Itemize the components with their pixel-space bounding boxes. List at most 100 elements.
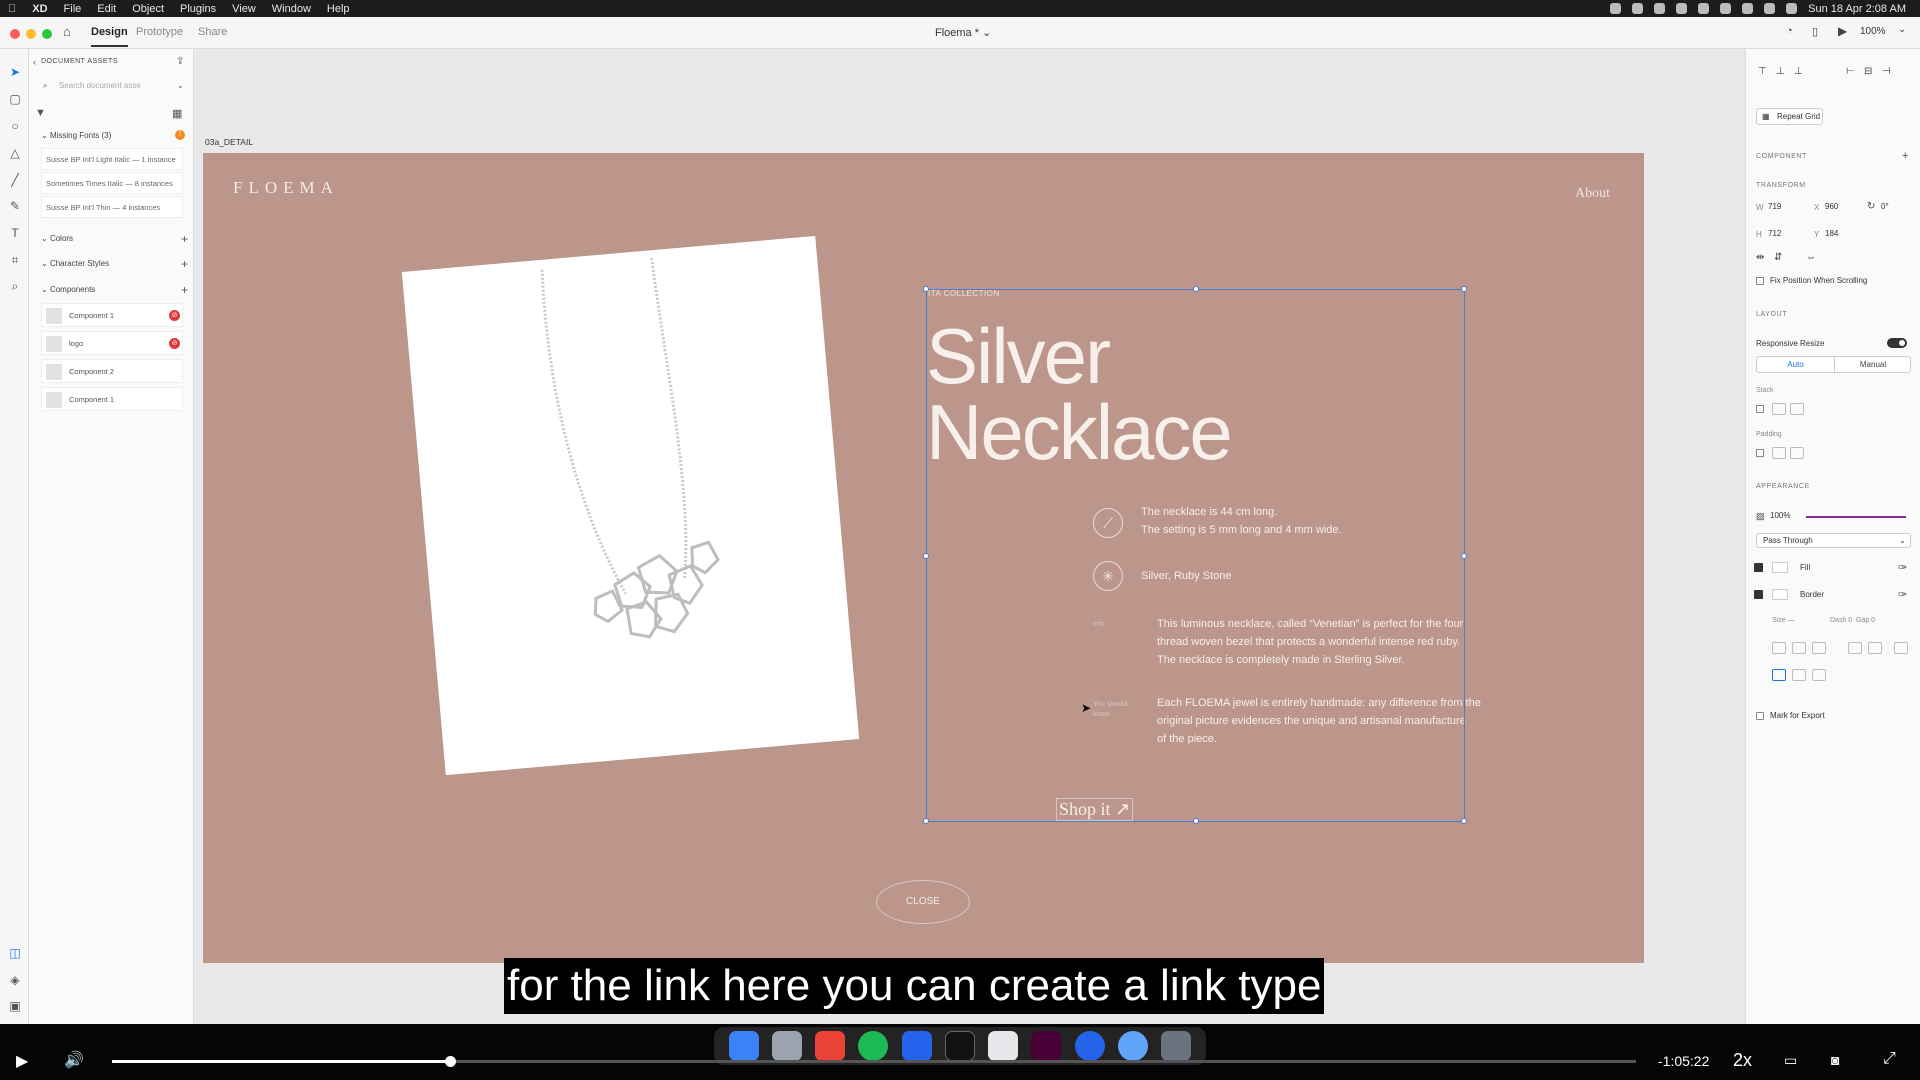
necklace-photo[interactable] [401,235,860,776]
size-description[interactable]: The necklace is 44 cm long. The setting … [1141,503,1342,539]
repeat-grid-button[interactable]: ▦ Repeat Grid [1756,108,1823,125]
device-preview-icon[interactable]: ▯ [1812,25,1818,38]
product-title-line1[interactable]: Silver [926,317,1111,395]
stack-horizontal-icon[interactable] [1790,403,1804,415]
progress-track[interactable] [112,1060,1636,1063]
plugins-icon[interactable]: ▣ [8,999,22,1013]
stroke-center-icon[interactable] [1812,642,1826,654]
assets-icon[interactable]: ◫ [8,946,22,960]
width-input[interactable]: 719 [1768,202,1781,211]
join-round-icon[interactable] [1792,669,1806,681]
fullscreen-icon[interactable]: ⤢ [1883,1050,1896,1068]
tab-share[interactable]: Share [198,26,227,38]
mark-for-export-checkbox[interactable] [1756,712,1764,720]
component-item[interactable]: logo ⊘ [41,331,183,355]
wifi-icon[interactable] [1742,3,1754,14]
add-color-icon[interactable]: + [181,232,188,246]
spotify-icon[interactable] [858,1031,889,1061]
creative-cloud-icon[interactable] [1632,3,1644,14]
play-icon[interactable] [1676,3,1688,14]
collection-label[interactable]: ITA COLLECTION [928,289,1000,298]
trash-icon[interactable] [1161,1031,1192,1061]
vscode-icon[interactable] [901,1031,932,1061]
manual-option[interactable]: Manual [1834,357,1911,372]
design-canvas[interactable]: 03a_DETAIL FLOEMA About ITA COLLECTION S… [195,49,1745,1024]
menu-help[interactable]: Help [319,3,358,15]
flip-horizontal-icon[interactable]: ⇹ [1756,252,1764,263]
align-top-icon[interactable]: ⊤ [1758,66,1767,77]
opacity-slider[interactable] [1806,516,1906,518]
record-icon[interactable] [1610,3,1622,14]
missing-font-item[interactable]: Suisse BP Int'l Thin — 4 instances [41,196,183,218]
components-section[interactable]: ⌄ Components + [41,283,188,297]
add-component-icon[interactable]: + [1902,150,1908,162]
align-center-icon[interactable]: ⊟ [1864,66,1872,77]
padding-uniform-icon[interactable] [1772,447,1786,459]
cap-butt-icon[interactable] [1848,642,1862,654]
component-item[interactable]: Component 1 ⊘ [41,303,183,327]
y-input[interactable]: 184 [1825,229,1838,238]
join-bevel-icon[interactable] [1812,669,1826,681]
border-toggle[interactable] [1754,590,1763,599]
missing-font-item[interactable]: Sometimes Times Italic — 8 instances [41,172,183,194]
hd-icon[interactable]: ◙ [1831,1052,1839,1068]
eyedropper-icon[interactable]: ✑ [1898,561,1907,574]
tab-prototype[interactable]: Prototype [136,26,183,38]
resize-handle[interactable] [1193,286,1199,292]
close-button[interactable]: CLOSE [876,880,970,924]
product-title-line2[interactable]: Necklace [926,393,1233,471]
stack-checkbox[interactable] [1756,405,1764,413]
component-item[interactable]: Component 2 [41,359,183,383]
resize-handle[interactable] [1461,286,1467,292]
captions-icon[interactable]: ▭ [1784,1052,1797,1069]
chrome-icon[interactable] [815,1031,846,1061]
responsive-resize-toggle[interactable] [1887,338,1907,348]
search-icon[interactable] [1764,3,1776,14]
colors-section[interactable]: ⌄ Colors + [41,232,188,246]
menu-edit[interactable]: Edit [89,3,124,15]
clock[interactable]: Sun 18 Apr 2:08 AM [1808,3,1906,15]
menu-view[interactable]: View [224,3,264,15]
nav-about-link[interactable]: About [1575,186,1610,202]
fill-swatch[interactable] [1772,562,1788,573]
material-description[interactable]: Silver, Ruby Stone [1141,567,1232,585]
padding-checkbox[interactable] [1756,449,1764,457]
volume-icon[interactable]: 🔊 [64,1050,84,1070]
rotation-input[interactable]: 0° [1881,202,1889,211]
text-tool-icon[interactable]: T [8,226,22,240]
polygon-tool-icon[interactable]: △ [8,146,22,160]
select-tool-icon[interactable]: ➤ [8,65,22,79]
quicktime-icon[interactable] [1118,1031,1149,1061]
blend-mode-select[interactable]: Pass Through ⌄ [1756,533,1911,548]
resize-handle[interactable] [923,553,929,559]
layers-icon[interactable]: ◈ [8,973,22,987]
border-swatch[interactable] [1772,589,1788,600]
user-icon[interactable]: ◔ [1786,25,1793,37]
tab-design[interactable]: Design [91,26,128,47]
apple-icon[interactable]:  [0,3,24,15]
stroke-inner-icon[interactable] [1772,642,1786,654]
terminal-icon[interactable] [944,1031,975,1061]
shop-it-link[interactable]: Shop it ↗ [1056,798,1134,821]
align-right-icon[interactable]: ⊣ [1882,66,1891,77]
control-center-icon[interactable] [1786,3,1798,14]
distribute-icon[interactable]: ⇔ [1806,252,1816,263]
join-miter-icon[interactable] [1772,669,1786,681]
fill-toggle[interactable] [1754,563,1763,572]
zoom-window-icon[interactable] [42,29,52,39]
resize-handle[interactable] [1461,818,1467,824]
resize-handle[interactable] [1461,553,1467,559]
know-description[interactable]: Each FLOEMA jewel is entirely handmade: … [1157,694,1481,748]
play-icon[interactable]: ▶ [16,1051,28,1071]
artboard-tool-icon[interactable]: ⌗ [8,253,22,267]
align-bottom-icon[interactable]: ⊥ [1794,66,1803,77]
minimize-window-icon[interactable] [26,29,36,39]
pen-tool-icon[interactable]: ✎ [8,199,22,213]
link-broken-icon[interactable]: ⊘ [169,338,180,349]
filter-icon[interactable]: ▼ [35,107,46,119]
cap-round-icon[interactable] [1868,642,1882,654]
launchpad-icon[interactable] [771,1031,802,1061]
align-left-icon[interactable]: ⊢ [1846,66,1855,77]
close-window-icon[interactable] [10,29,20,39]
back-chevron-icon[interactable]: ‹ [33,57,36,67]
